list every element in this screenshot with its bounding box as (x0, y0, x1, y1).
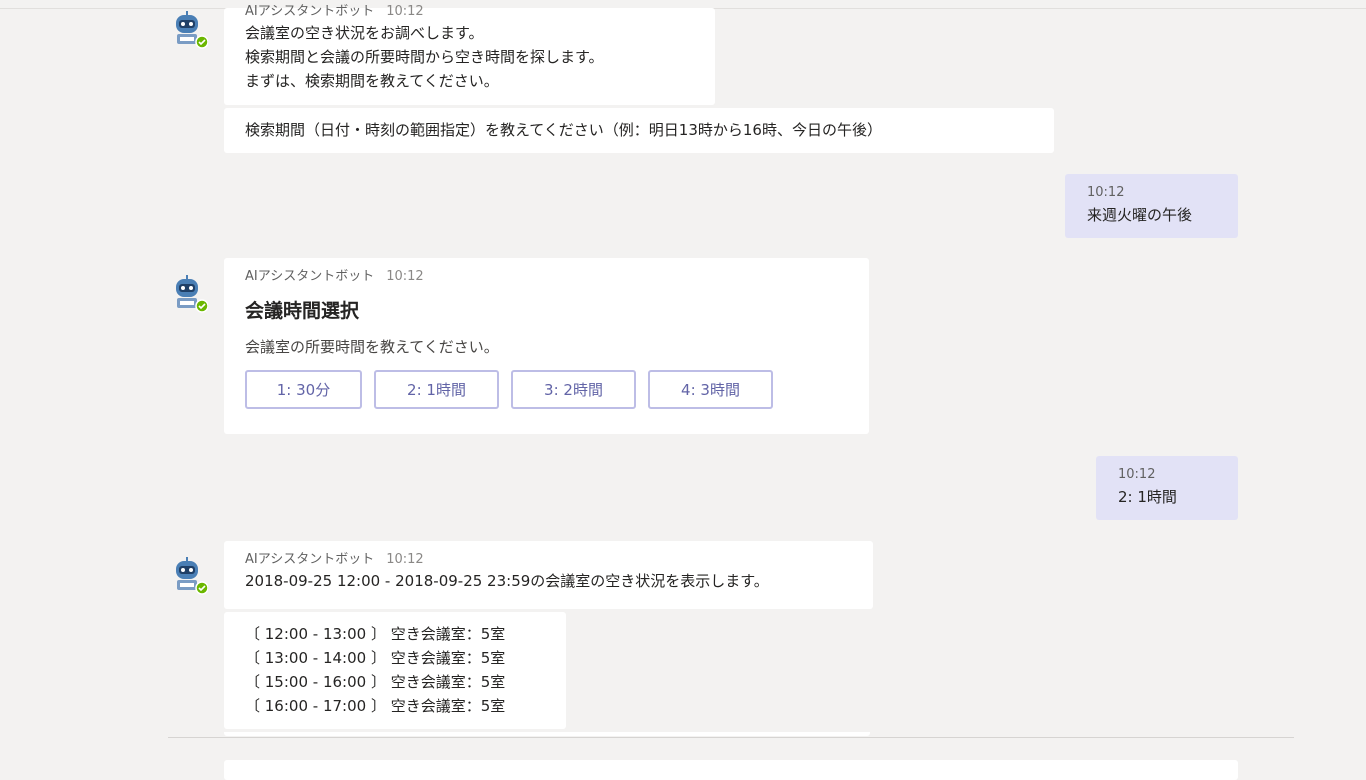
choice-button-3hours[interactable]: 4: 3時間 (648, 370, 773, 409)
choice-button-1hour[interactable]: 2: 1時間 (374, 370, 499, 409)
slot-item: 〔 16:00 - 17:00 〕 空き会議室：5室 (245, 697, 506, 715)
choice-button-2hours[interactable]: 3: 2時間 (511, 370, 636, 409)
sender-name: AIアシスタントボット (245, 4, 375, 19)
bot-message-1: AIアシスタントボット 10:12 会議室の空き状況をお調べします。 検索期間と会… (224, 4, 715, 105)
message-text: 来週火曜の午後 (1087, 206, 1193, 224)
message-time: 10:12 (386, 552, 424, 567)
message-time: 10:12 (1087, 185, 1125, 200)
message-time: 10:12 (386, 4, 424, 19)
bot-avatar[interactable] (168, 273, 208, 313)
card-text: 会議室の所要時間を教えてください。 (245, 338, 499, 356)
bot-message-3: AIアシスタントボット 10:12 2018-09-25 12:00 - 2018… (224, 541, 873, 609)
divider (168, 737, 1294, 738)
choice-button-30min[interactable]: 1: 30分 (245, 370, 362, 409)
message-time: 10:12 (386, 269, 424, 284)
message-line: 2018-09-25 12:00 - 2018-09-25 23:59の会議室の… (245, 572, 769, 590)
message-line: 会議室の空き状況をお調べします。 (245, 24, 484, 42)
bot-message-1-followup: 検索期間（日付・時刻の範囲指定）を教えてください（例：明日13時から16時、今日… (224, 108, 1054, 153)
bot-card-message: AIアシスタントボット 10:12 会議時間選択 会議室の所要時間を教えてください… (224, 258, 869, 434)
user-message-2: 10:12 2: 1時間 (1096, 456, 1238, 520)
bot-icon (176, 275, 208, 313)
message-line: まずは、検索期間を教えてください。 (245, 72, 499, 90)
choice-buttons: 1: 30分 2: 1時間 3: 2時間 4: 3時間 (245, 370, 848, 409)
message-line: 検索期間（日付・時刻の範囲指定）を教えてください（例：明日13時から16時、今日… (245, 121, 882, 139)
sender-name: AIアシスタントボット (245, 552, 375, 567)
slot-item: 〔 15:00 - 16:00 〕 空き会議室：5室 (245, 673, 506, 691)
slot-item: 〔 12:00 - 13:00 〕 空き会議室：5室 (245, 625, 506, 643)
bot-icon (176, 557, 208, 595)
message-line: 検索期間と会議の所要時間から空き時間を探します。 (245, 48, 604, 66)
message-edge (224, 732, 870, 736)
message-text: 2: 1時間 (1118, 488, 1177, 506)
compose-box[interactable] (224, 760, 1238, 780)
message-time: 10:12 (1118, 467, 1156, 482)
availability-list: 〔 12:00 - 13:00 〕 空き会議室：5室 〔 13:00 - 14:… (224, 612, 566, 729)
bot-avatar[interactable] (168, 9, 208, 49)
bot-icon (176, 11, 208, 49)
bot-avatar[interactable] (168, 555, 208, 595)
slot-item: 〔 13:00 - 14:00 〕 空き会議室：5室 (245, 649, 506, 667)
user-message-1: 10:12 来週火曜の午後 (1065, 174, 1238, 238)
sender-name: AIアシスタントボット (245, 269, 375, 284)
card-title: 会議時間選択 (245, 300, 360, 322)
